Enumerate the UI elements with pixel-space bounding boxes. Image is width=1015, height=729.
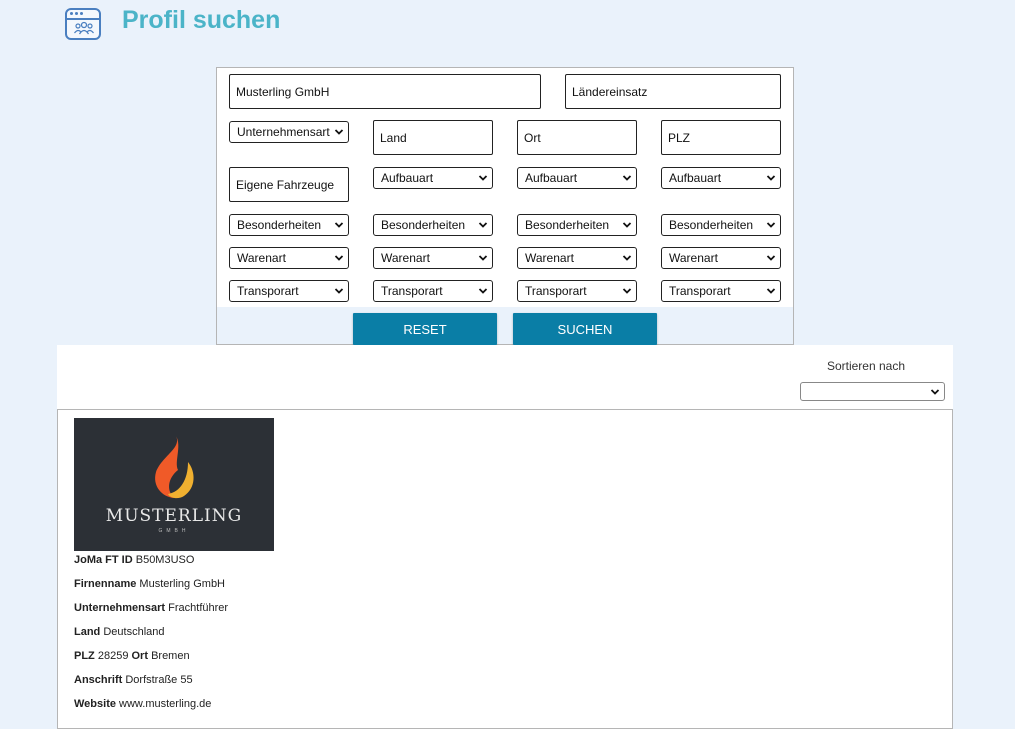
city-placeholder: Ort: [524, 130, 541, 145]
info-row-website: Website www.musterling.de: [74, 698, 211, 710]
chevron-down-icon: [622, 175, 632, 181]
info-label: Land: [74, 626, 101, 638]
info-value: Musterling GmbH: [139, 578, 225, 590]
country-placeholder: Land: [380, 130, 407, 145]
search-panel: Musterling GmbH Ländereinsatz Unternehme…: [216, 67, 794, 345]
chevron-down-icon: [334, 288, 344, 294]
goods-type-select[interactable]: Warenart: [373, 247, 493, 269]
transport-type-select[interactable]: Transporart: [517, 280, 637, 302]
sort-select[interactable]: [800, 382, 945, 401]
country-input[interactable]: Land: [373, 120, 493, 155]
transport-type-select[interactable]: Transporart: [229, 280, 349, 302]
transport-type-value: Transporart: [669, 284, 731, 298]
chevron-down-icon: [478, 288, 488, 294]
body-type-value: Aufbauart: [381, 171, 434, 185]
info-row-id: JoMa FT ID B50M3USO: [74, 554, 194, 566]
chevron-down-icon: [766, 175, 776, 181]
chevron-down-icon: [478, 255, 488, 261]
info-value: Dorfstraße 55: [125, 674, 193, 686]
chevron-down-icon: [478, 222, 488, 228]
body-type-select[interactable]: Aufbauart: [661, 167, 781, 189]
countries-input[interactable]: Ländereinsatz: [565, 74, 781, 109]
chevron-down-icon: [334, 255, 344, 261]
chevron-down-icon: [766, 222, 776, 228]
company-name-input[interactable]: Musterling GmbH: [229, 74, 541, 109]
zip-input[interactable]: PLZ: [661, 120, 781, 155]
features-select[interactable]: Besonderheiten: [661, 214, 781, 236]
chevron-down-icon: [622, 255, 632, 261]
goods-type-value: Warenart: [237, 251, 286, 265]
info-value: 28259: [97, 650, 129, 662]
features-value: Besonderheiten: [381, 218, 466, 232]
chevron-down-icon: [930, 389, 940, 395]
page-title: Profil suchen: [122, 6, 281, 34]
company-logo[interactable]: MUSTERLING GMBH: [74, 418, 274, 551]
countries-placeholder: Ländereinsatz: [572, 84, 648, 99]
page-header: Profil suchen: [0, 0, 1015, 50]
button-band: [217, 307, 793, 344]
info-label: Unternehmensart: [74, 602, 166, 614]
info-row-company-name: Firnenname Musterling GmbH: [74, 578, 225, 590]
transport-type-select[interactable]: Transporart: [661, 280, 781, 302]
features-select[interactable]: Besonderheiten: [517, 214, 637, 236]
goods-type-value: Warenart: [381, 251, 430, 265]
flame-icon: [155, 436, 194, 499]
info-row-zip-city: PLZ 28259 Ort Bremen: [74, 650, 190, 662]
transport-type-value: Transporart: [381, 284, 443, 298]
logo-sub: GMBH: [158, 528, 190, 534]
company-type-value: Unternehmensart: [237, 125, 330, 139]
info-value: Frachtführer: [168, 602, 229, 614]
goods-type-select[interactable]: Warenart: [517, 247, 637, 269]
goods-type-select[interactable]: Warenart: [661, 247, 781, 269]
info-value: Bremen: [151, 650, 190, 662]
body-type-select[interactable]: Aufbauart: [373, 167, 493, 189]
chevron-down-icon: [766, 288, 776, 294]
info-value: B50M3USO: [135, 554, 195, 566]
own-vehicles-placeholder: Eigene Fahrzeuge: [236, 177, 335, 192]
own-vehicles-input[interactable]: Eigene Fahrzeuge: [229, 167, 349, 202]
features-value: Besonderheiten: [669, 218, 754, 232]
chevron-down-icon: [478, 175, 488, 181]
goods-type-value: Warenart: [525, 251, 574, 265]
company-name-value: Musterling GmbH: [236, 84, 330, 99]
body-type-value: Aufbauart: [525, 171, 578, 185]
company-type-select[interactable]: Unternehmensart: [229, 121, 349, 143]
sort-label: Sortieren nach: [826, 359, 905, 373]
info-label: Anschrift: [74, 674, 123, 686]
info-row-company-type: Unternehmensart Frachtführer: [74, 602, 228, 614]
info-label: Ort: [131, 650, 149, 662]
search-button[interactable]: SUCHEN: [513, 313, 657, 345]
team-window-icon: [65, 8, 101, 40]
chevron-down-icon: [766, 255, 776, 261]
transport-type-select[interactable]: Transporart: [373, 280, 493, 302]
result-card: MUSTERLING GMBH JoMa FT ID B50M3USO Firn…: [57, 409, 953, 729]
info-value: Deutschland: [103, 626, 165, 638]
goods-type-select[interactable]: Warenart: [229, 247, 349, 269]
website-link[interactable]: www.musterling.de: [119, 698, 211, 710]
chevron-down-icon: [622, 222, 632, 228]
features-select[interactable]: Besonderheiten: [229, 214, 349, 236]
info-row-address: Anschrift Dorfstraße 55: [74, 674, 193, 686]
city-input[interactable]: Ort: [517, 120, 637, 155]
body-type-value: Aufbauart: [669, 171, 722, 185]
reset-button[interactable]: RESET: [353, 313, 497, 345]
features-select[interactable]: Besonderheiten: [373, 214, 493, 236]
info-label: PLZ: [74, 650, 95, 662]
chevron-down-icon: [334, 222, 344, 228]
body-type-select[interactable]: Aufbauart: [517, 167, 637, 189]
goods-type-value: Warenart: [669, 251, 718, 265]
features-value: Besonderheiten: [525, 218, 610, 232]
transport-type-value: Transporart: [237, 284, 299, 298]
chevron-down-icon: [622, 288, 632, 294]
info-label: JoMa FT ID: [74, 554, 133, 566]
chevron-down-icon: [334, 129, 344, 135]
zip-placeholder: PLZ: [668, 130, 691, 145]
info-label: Firnenname: [74, 578, 137, 590]
logo-name: MUSTERLING: [105, 506, 243, 526]
features-value: Besonderheiten: [237, 218, 322, 232]
sort-area: Sortieren nach: [57, 345, 953, 409]
info-label: Website: [74, 698, 116, 710]
transport-type-value: Transporart: [525, 284, 587, 298]
info-row-country: Land Deutschland: [74, 626, 165, 638]
